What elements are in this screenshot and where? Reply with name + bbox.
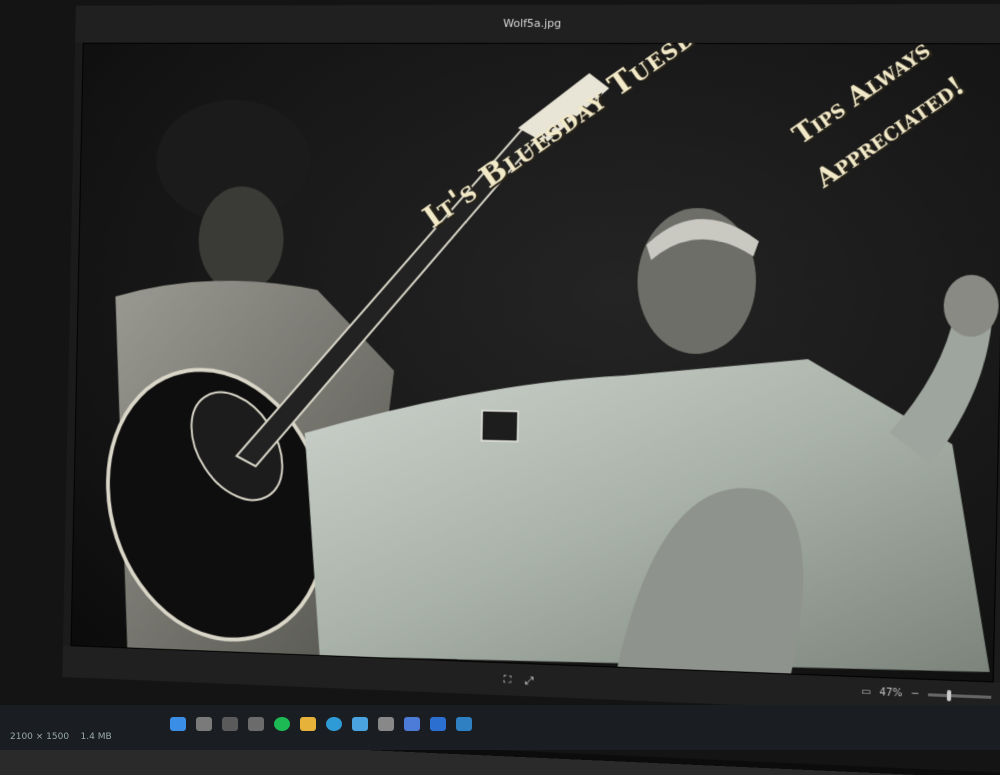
fit-icon[interactable]: ⛶	[503, 673, 511, 687]
zoom-slider[interactable]	[928, 693, 991, 699]
layout-icon[interactable]: ▭	[861, 686, 871, 698]
taskbar-icons	[40, 717, 472, 731]
photos-icon[interactable]	[352, 717, 368, 731]
widgets-icon[interactable]	[248, 717, 264, 731]
file-size: 1.4 MB	[81, 732, 112, 742]
fullscreen-icon[interactable]: ⤢	[525, 674, 534, 688]
vscode-icon[interactable]	[456, 717, 472, 731]
image-dimensions: 2100 × 1500	[10, 732, 69, 742]
window-title: Wolf5a.jpg	[75, 4, 1000, 43]
store-icon[interactable]	[404, 717, 420, 731]
photo-viewer-window: Wolf5a.jpg It's Bluesday Tuesday! Tips A…	[62, 4, 1000, 716]
zoom-slider-knob[interactable]	[947, 690, 951, 701]
zoom-controls: ▭ 47% −	[861, 686, 991, 703]
mail-icon[interactable]	[430, 717, 446, 731]
image-meta: 2100 × 1500 1.4 MB	[10, 732, 112, 742]
monitor-screen: Wolf5a.jpg It's Bluesday Tuesday! Tips A…	[0, 0, 1000, 775]
zoom-value: 47%	[879, 687, 902, 699]
edge-icon[interactable]	[326, 717, 342, 731]
settings-icon[interactable]	[378, 717, 394, 731]
windows-icon[interactable]	[170, 717, 186, 731]
explorer-icon[interactable]	[300, 717, 316, 731]
search-icon[interactable]	[196, 717, 212, 731]
taskbar: 2100 × 1500 1.4 MB	[0, 705, 1000, 750]
zoom-out-icon[interactable]: −	[911, 688, 920, 700]
photo-canvas[interactable]: It's Bluesday Tuesday! Tips Always Appre…	[70, 43, 1000, 683]
taskview-icon[interactable]	[222, 717, 238, 731]
nav-buttons: ⛶ ⤢	[503, 673, 534, 688]
jacket-badge	[482, 411, 518, 442]
spotify-icon[interactable]	[274, 717, 290, 731]
